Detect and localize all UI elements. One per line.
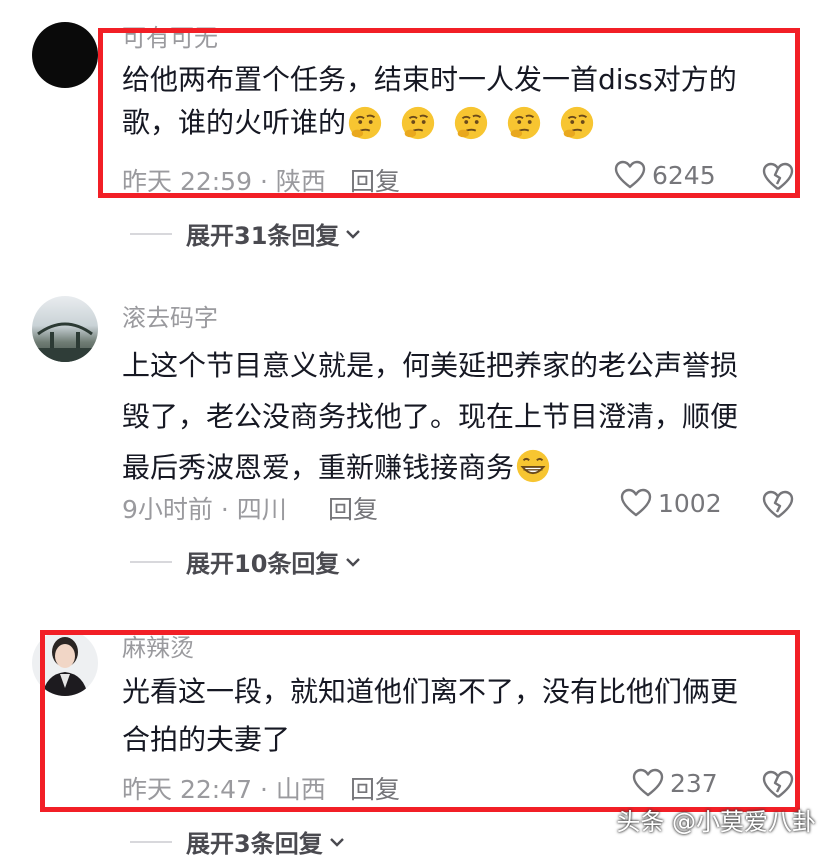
heart-icon: [614, 160, 646, 189]
comment-username[interactable]: 滚去码字: [122, 298, 218, 333]
chevron-down-icon: [346, 557, 361, 567]
reply-button[interactable]: 回复: [350, 770, 400, 806]
reply-button[interactable]: 回复: [328, 490, 378, 526]
like-button[interactable]: 1002: [620, 488, 722, 518]
comment-text: 给他两布置个任务，结束时一人发一首diss对方的 歌，谁的火听谁的: [122, 58, 737, 146]
broken-heart-icon[interactable]: [762, 162, 794, 192]
like-count: 6245: [652, 160, 716, 190]
heart-icon: [620, 488, 652, 517]
comment-2: 滚去码字 上这个节目意义就是，何美延把养家的老公声誉损 毁了，老公没商务找他了。…: [0, 280, 828, 580]
landscape-icon: [32, 322, 98, 362]
reply-button[interactable]: 回复: [350, 162, 400, 198]
comment-text-line: 上这个节目意义就是，何美延把养家的老公声誉损: [122, 349, 739, 382]
like-button[interactable]: 237: [632, 768, 718, 798]
like-button[interactable]: 6245: [614, 160, 716, 190]
comment-text-line: 毁了，老公没商务找他了。现在上节目澄清，顺便: [122, 400, 739, 433]
expand-replies-button[interactable]: 展开10条回复: [130, 544, 361, 579]
chevron-down-icon: [346, 229, 361, 239]
comment-username[interactable]: 可有可无: [122, 18, 218, 53]
divider: [130, 840, 172, 843]
avatar[interactable]: [32, 630, 98, 696]
avatar[interactable]: [32, 296, 98, 362]
portrait-icon: [42, 637, 88, 696]
expand-replies-label: 展开10条回复: [186, 550, 340, 578]
thinking-face-emoji: [454, 106, 487, 139]
thinking-face-emoji: [401, 106, 435, 139]
chevron-down-icon: [329, 837, 344, 847]
comment-text-line: 光看这一段，就知道他们离不了，没有比他们俩更: [122, 675, 739, 708]
like-count: 237: [670, 768, 718, 798]
comment-text-line: 最后秀波恩爱，重新赚钱接商务: [122, 442, 738, 493]
thinking-face-emoji: [560, 106, 593, 139]
watermark: 头条 @小莫爱八卦: [616, 808, 816, 836]
comment-meta: 9小时前 · 四川: [122, 495, 287, 524]
comment-text-line: 合拍的夫妻了: [122, 723, 291, 756]
broken-heart-icon[interactable]: [762, 490, 794, 520]
comment-text: 光看这一段，就知道他们离不了，没有比他们俩更 合拍的夫妻了: [122, 668, 738, 764]
divider: [130, 560, 172, 563]
avatar[interactable]: [32, 22, 98, 88]
grinning-face-emoji: [516, 449, 550, 483]
thinking-face-emoji-row: [346, 103, 602, 146]
thinking-face-emoji: [348, 106, 382, 139]
heart-icon: [632, 768, 664, 797]
comment-meta: 昨天 22:47 · 山西: [122, 775, 326, 804]
comment-text-line: 歌，谁的火听谁的: [122, 101, 737, 146]
expand-replies-label: 展开31条回复: [186, 222, 340, 250]
expand-replies-button[interactable]: 展开3条回复: [130, 824, 345, 859]
comment-meta: 昨天 22:59 · 陕西: [122, 167, 326, 196]
expand-replies-label: 展开3条回复: [186, 830, 323, 858]
expand-replies-button[interactable]: 展开31条回复: [130, 216, 361, 251]
comment-username[interactable]: 麻辣烫: [122, 628, 194, 663]
broken-heart-icon[interactable]: [762, 770, 794, 800]
comment-text: 上这个节目意义就是，何美延把养家的老公声誉损 毁了，老公没商务找他了。现在上节目…: [122, 340, 738, 493]
thinking-face-emoji: [507, 106, 540, 139]
like-count: 1002: [658, 488, 722, 518]
comment-text-line: 给他两布置个任务，结束时一人发一首diss对方的: [122, 63, 737, 96]
divider: [130, 232, 172, 235]
comment-1: 可有可无 给他两布置个任务，结束时一人发一首diss对方的 歌，谁的火听谁的 昨…: [0, 0, 828, 260]
